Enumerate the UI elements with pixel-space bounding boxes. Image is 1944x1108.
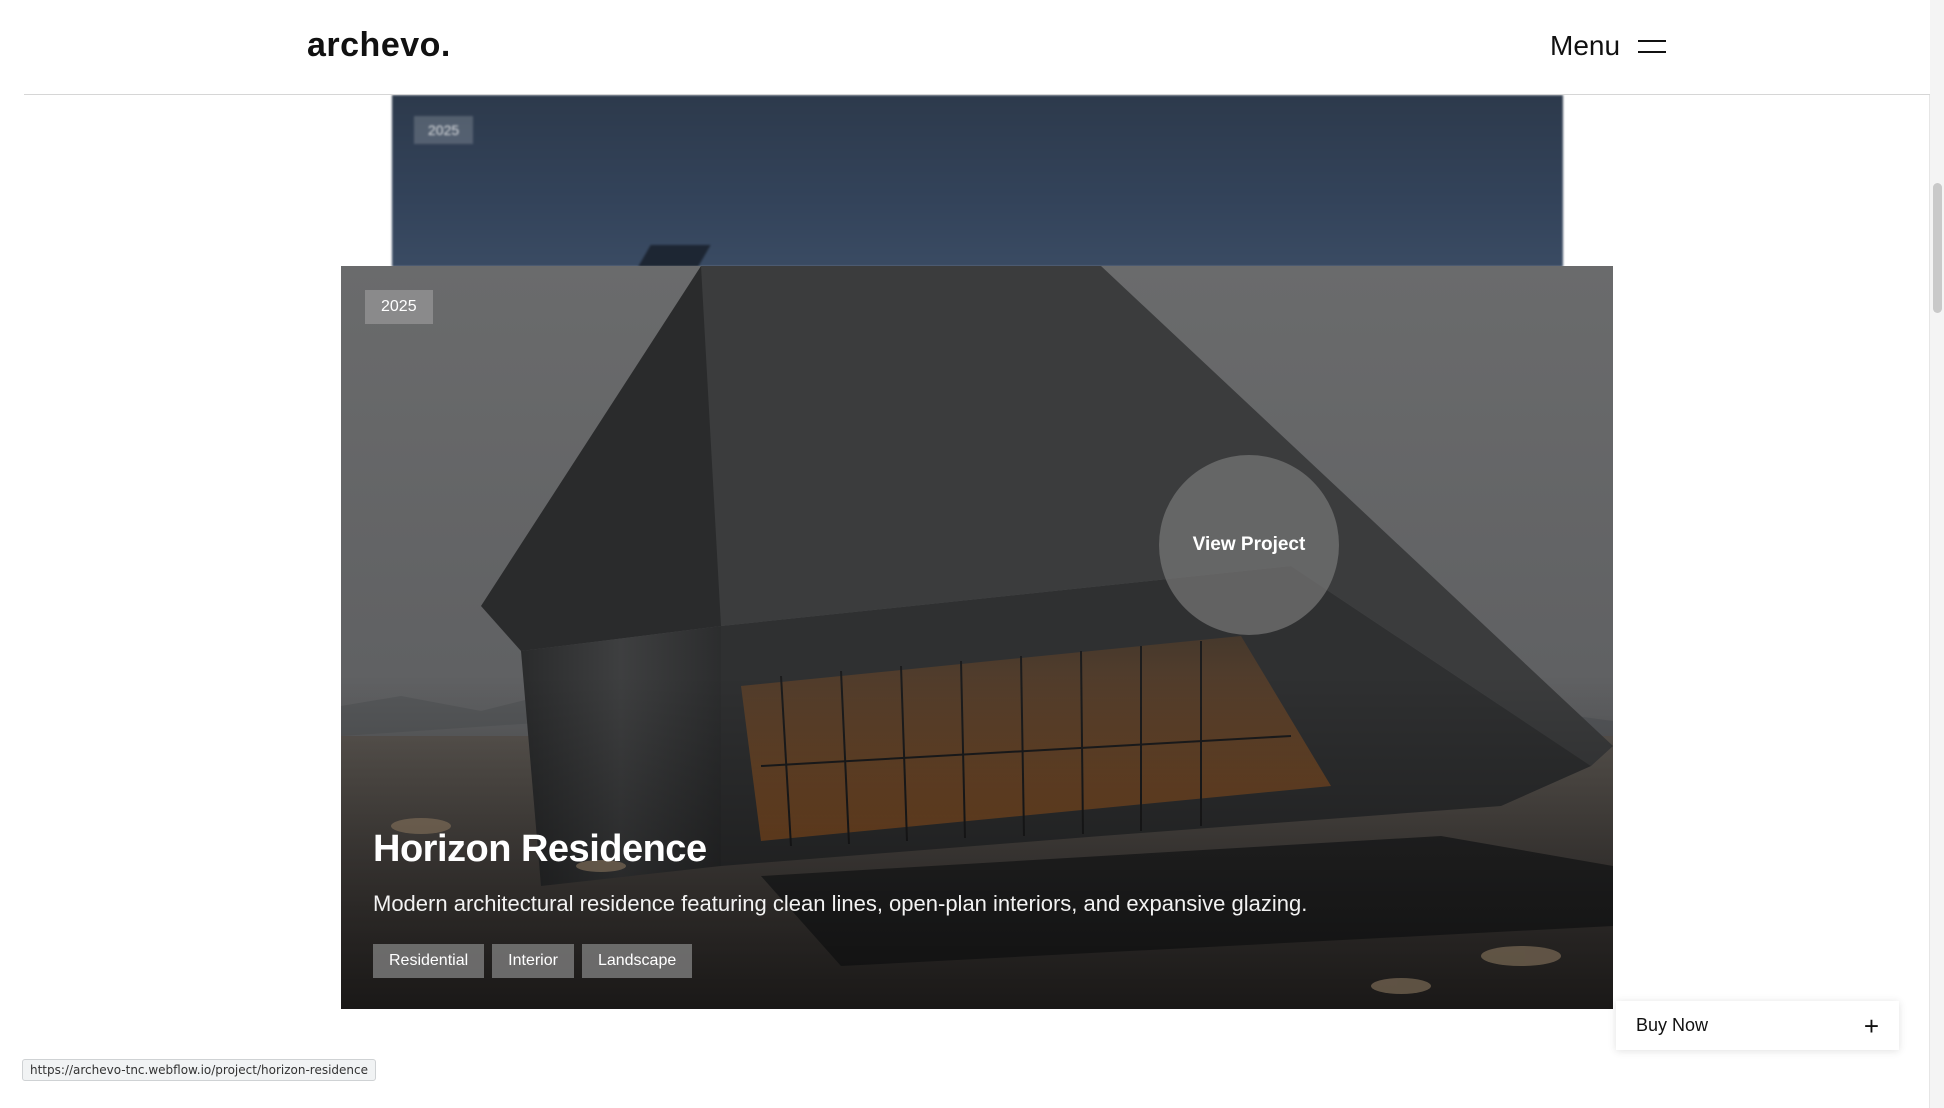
- page-scrollbar[interactable]: [1929, 0, 1944, 1108]
- tag-landscape[interactable]: Landscape: [581, 944, 693, 978]
- view-project-button[interactable]: View Project: [1159, 455, 1339, 635]
- site-logo[interactable]: archevo.: [307, 26, 451, 65]
- project-year-badge: 2025: [365, 290, 433, 324]
- previous-project-card[interactable]: 2025: [392, 95, 1563, 267]
- status-bar-url: https://archevo-tnc.webflow.io/project/h…: [22, 1059, 377, 1081]
- project-tags: Residential Interior Landscape: [373, 944, 693, 978]
- project-description: Modern architectural residence featuring…: [373, 891, 1308, 916]
- buy-now-button[interactable]: Buy Now +: [1616, 1001, 1899, 1050]
- plus-icon: +: [1863, 1010, 1879, 1041]
- menu-button[interactable]: Menu: [1550, 26, 1667, 66]
- scrollbar-thumb[interactable]: [1933, 183, 1942, 313]
- buy-now-label: Buy Now: [1636, 1015, 1709, 1035]
- menu-label: Menu: [1550, 30, 1621, 61]
- project-title[interactable]: Horizon Residence: [373, 828, 707, 871]
- hamburger-icon: [1638, 38, 1667, 54]
- project-card[interactable]: 2025 View Project Horizon Residence Mode…: [341, 266, 1613, 1009]
- site-header: archevo. Menu: [24, 0, 1930, 95]
- tag-interior[interactable]: Interior: [492, 944, 574, 978]
- tag-residential[interactable]: Residential: [373, 944, 485, 978]
- building-roof-silhouette: [633, 245, 711, 267]
- previous-project-year-badge: 2025: [414, 116, 474, 144]
